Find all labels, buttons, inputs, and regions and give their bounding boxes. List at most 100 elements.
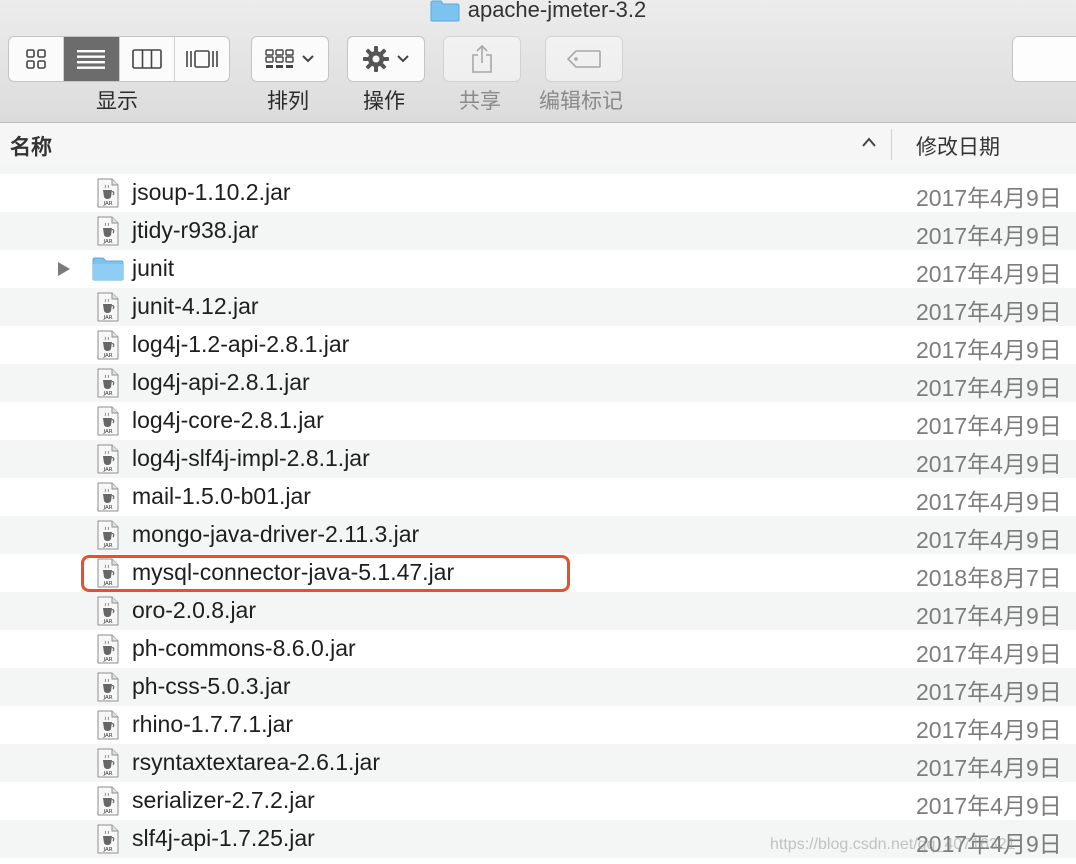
file-date-modified: 2017年4月9日	[916, 299, 1062, 325]
icon-grid-icon	[26, 49, 46, 69]
jar-file-icon: JAR	[96, 444, 120, 479]
svg-text:JAR: JAR	[102, 505, 112, 511]
svg-text:JAR: JAR	[102, 239, 112, 245]
file-date-modified: 2017年4月9日	[916, 527, 1062, 553]
jar-file-icon: JAR	[96, 596, 120, 631]
file-date-modified: 2017年4月9日	[916, 679, 1062, 705]
column-view-button[interactable]	[120, 37, 175, 81]
file-name: jsoup-1.10.2.jar	[132, 179, 291, 205]
jar-file-icon: JAR	[96, 786, 120, 821]
list-item	[0, 166, 1076, 174]
jar-file-icon: JAR	[96, 292, 120, 327]
tag-icon	[566, 50, 601, 68]
file-name: rhino-1.7.7.1.jar	[132, 711, 294, 737]
columns-icon	[131, 49, 162, 69]
file-row[interactable]: JAR log4j-1.2-api-2.8.1.jar 2017年4月9日	[0, 326, 1076, 364]
file-date-modified: 2017年4月9日	[916, 451, 1062, 477]
file-row[interactable]: JAR rsyntaxtextarea-2.6.1.jar 2017年4月9日	[0, 744, 1076, 782]
file-name: serializer-2.7.2.jar	[132, 787, 315, 813]
share-icon	[472, 44, 492, 73]
icon-view-button[interactable]	[9, 37, 65, 81]
jar-file-icon: JAR	[96, 330, 120, 365]
file-name: ph-css-5.0.3.jar	[132, 673, 291, 699]
name-column-header[interactable]: 名称	[10, 131, 52, 161]
svg-text:JAR: JAR	[102, 695, 112, 701]
file-date-modified: 2017年4月9日	[916, 375, 1062, 401]
file-date-modified: 2017年4月9日	[916, 261, 1062, 287]
file-row[interactable]: JAR mongo-java-driver-2.11.3.jar 2017年4月9日	[0, 516, 1076, 554]
chevron-down-icon	[302, 55, 314, 63]
sort-ascending-icon[interactable]	[860, 135, 878, 154]
svg-text:JAR: JAR	[102, 733, 112, 739]
file-row[interactable]: JAR rhino-1.7.7.1.jar 2017年4月9日	[0, 706, 1076, 744]
list-view-button[interactable]	[64, 37, 120, 81]
file-row[interactable]: JAR log4j-core-2.8.1.jar 2017年4月9日	[0, 402, 1076, 440]
edit-tags-label: 编辑标记	[539, 90, 623, 113]
jar-file-icon: JAR	[96, 178, 120, 213]
jar-file-icon: JAR	[96, 634, 120, 669]
gallery-icon	[186, 50, 218, 68]
edit-tags-button[interactable]	[545, 36, 623, 82]
share-label: 共享	[459, 90, 501, 113]
highlight-annotation	[81, 555, 570, 592]
file-date-modified: 2017年4月9日	[916, 185, 1062, 211]
arrange-grid-icon	[265, 49, 294, 68]
svg-text:JAR: JAR	[102, 809, 112, 815]
svg-text:JAR: JAR	[102, 771, 112, 777]
folder-icon	[430, 0, 460, 22]
disclosure-triangle-icon[interactable]	[56, 261, 72, 282]
column-divider[interactable]	[891, 129, 892, 160]
file-name: ph-commons-8.6.0.jar	[132, 635, 356, 661]
file-date-modified: 2017年4月9日	[916, 793, 1062, 819]
jar-file-icon: JAR	[96, 482, 120, 517]
share-button[interactable]	[443, 36, 521, 82]
folder-row[interactable]: junit 2017年4月9日	[0, 250, 1076, 288]
action-label: 操作	[363, 90, 405, 113]
window-title: apache-jmeter-3.2	[0, 0, 1076, 28]
file-name: log4j-core-2.8.1.jar	[132, 407, 324, 433]
svg-text:JAR: JAR	[102, 315, 112, 321]
file-row[interactable]: JAR ph-commons-8.6.0.jar 2017年4月9日	[0, 630, 1076, 668]
svg-text:JAR: JAR	[102, 467, 112, 473]
file-date-modified: 2017年4月9日	[916, 641, 1062, 667]
svg-text:JAR: JAR	[102, 619, 112, 625]
svg-text:JAR: JAR	[102, 847, 112, 853]
file-date-modified: 2017年4月9日	[916, 413, 1062, 439]
jar-file-icon: JAR	[96, 406, 120, 441]
date-modified-column-header[interactable]: 修改日期	[916, 131, 1000, 161]
file-name: jtidy-r938.jar	[132, 217, 259, 243]
watermark: https://blog.csdn.net/qq_40716321	[770, 836, 1016, 853]
file-name: slf4j-api-1.7.25.jar	[132, 825, 315, 851]
file-row[interactable]: JAR junit-4.12.jar 2017年4月9日	[0, 288, 1076, 326]
list-icon	[77, 50, 106, 69]
jar-file-icon: JAR	[96, 672, 120, 707]
file-name: log4j-1.2-api-2.8.1.jar	[132, 331, 350, 357]
file-row[interactable]: JAR log4j-slf4j-impl-2.8.1.jar 2017年4月9日	[0, 440, 1076, 478]
jar-file-icon: JAR	[96, 748, 120, 783]
gallery-view-button[interactable]	[175, 37, 229, 81]
file-date-modified: 2018年8月7日	[916, 565, 1062, 591]
file-row[interactable]: JAR jtidy-r938.jar 2017年4月9日	[0, 212, 1076, 250]
file-date-modified: 2017年4月9日	[916, 717, 1062, 743]
file-name: log4j-api-2.8.1.jar	[132, 369, 310, 395]
jar-file-icon: JAR	[96, 216, 120, 251]
arrange-label: 排列	[267, 90, 309, 113]
svg-text:JAR: JAR	[102, 391, 112, 397]
file-name: oro-2.0.8.jar	[132, 597, 257, 623]
file-row[interactable]: JAR ph-css-5.0.3.jar 2017年4月9日	[0, 668, 1076, 706]
file-name: mongo-java-driver-2.11.3.jar	[132, 521, 420, 547]
file-row[interactable]: JAR jsoup-1.10.2.jar 2017年4月9日	[0, 174, 1076, 212]
arrange-button[interactable]	[251, 36, 329, 82]
window-title-text: apache-jmeter-3.2	[467, 0, 647, 22]
action-button[interactable]	[347, 36, 425, 82]
file-row[interactable]: JAR serializer-2.7.2.jar 2017年4月9日	[0, 782, 1076, 820]
view-label: 显示	[96, 90, 138, 113]
file-row[interactable]: JAR oro-2.0.8.jar 2017年4月9日	[0, 592, 1076, 630]
file-row[interactable]: JAR mail-1.5.0-b01.jar 2017年4月9日	[0, 478, 1076, 516]
chevron-down-icon	[397, 55, 409, 63]
svg-text:JAR: JAR	[102, 543, 112, 549]
search-field[interactable]	[1012, 36, 1076, 82]
file-row[interactable]: JAR log4j-api-2.8.1.jar 2017年4月9日	[0, 364, 1076, 402]
column-header: 名称 修改日期	[0, 123, 1076, 167]
file-name: mail-1.5.0-b01.jar	[132, 483, 311, 509]
